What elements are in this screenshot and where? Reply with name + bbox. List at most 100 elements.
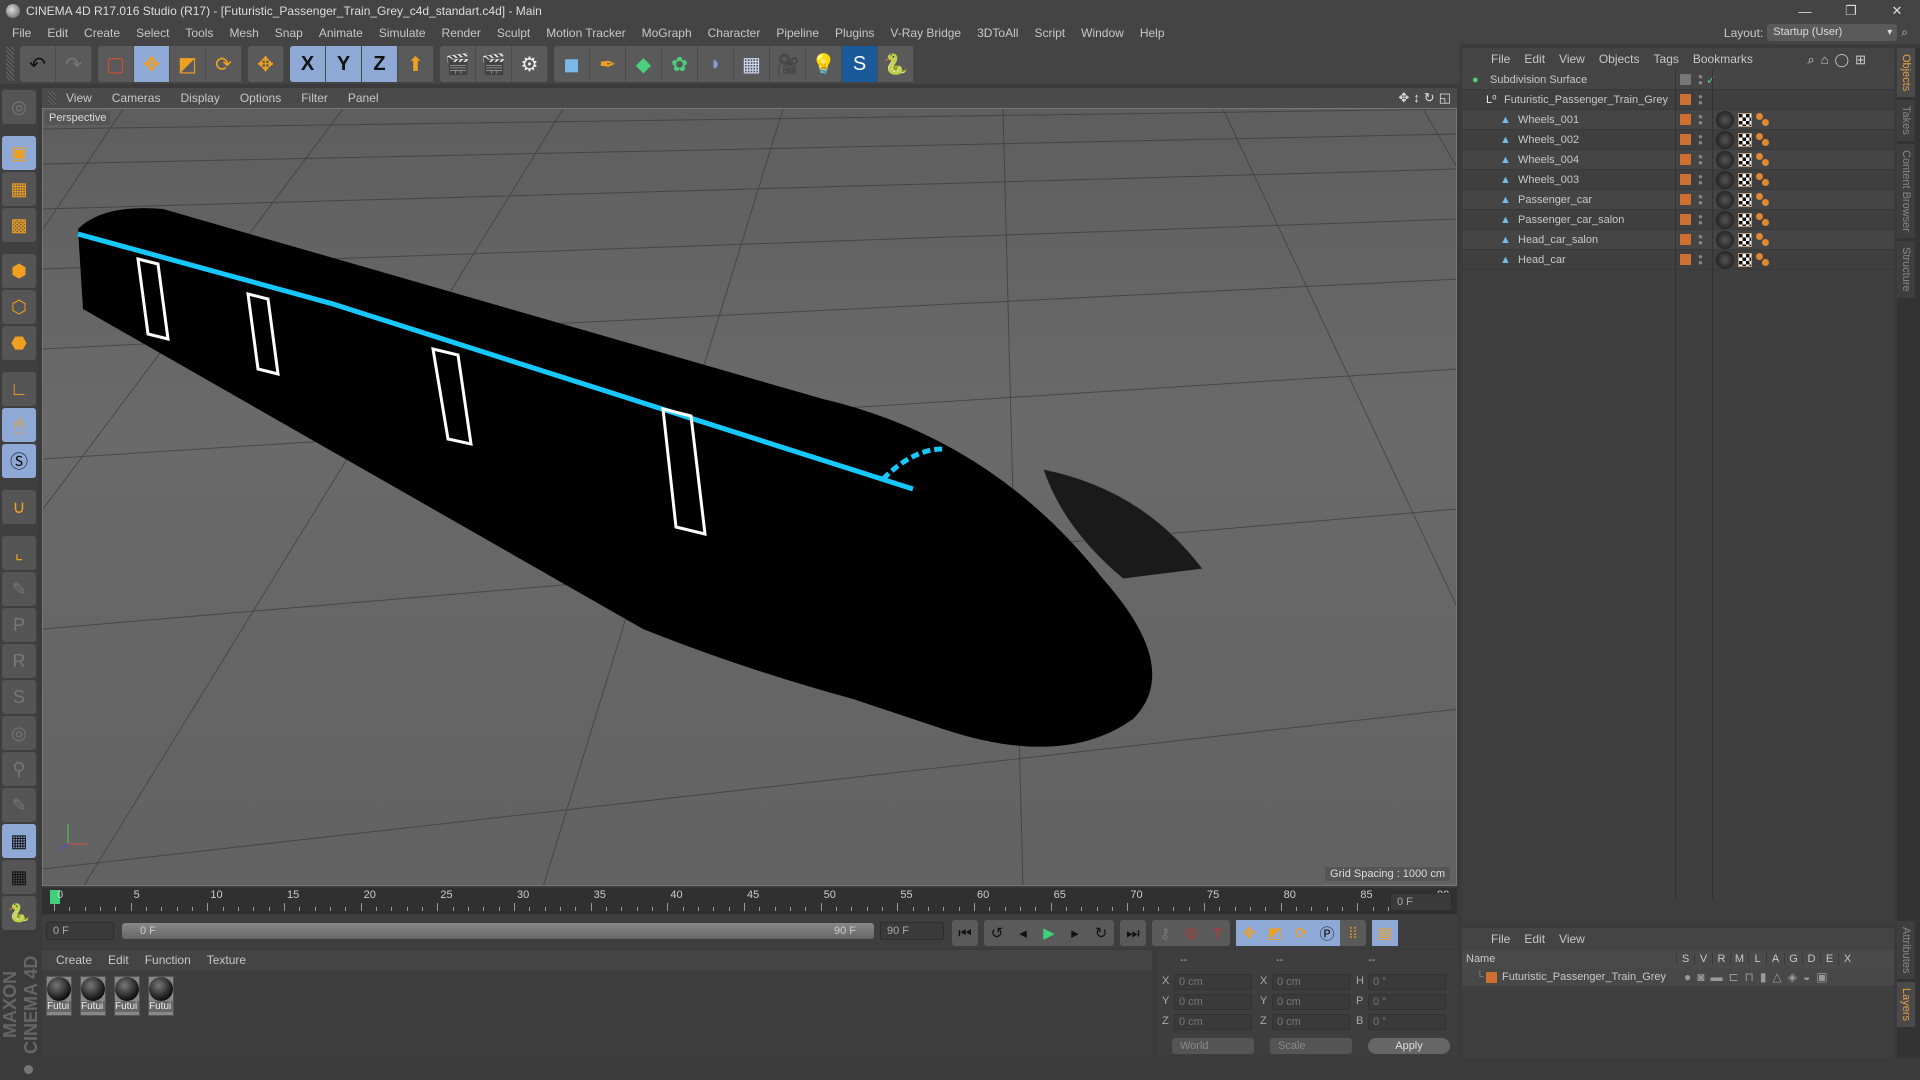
viewport-grip[interactable] xyxy=(48,91,56,105)
object-row[interactable]: ▲ Head_car_salon ● ● xyxy=(1462,230,1894,250)
menu-mesh[interactable]: Mesh xyxy=(221,26,266,40)
cube-icon[interactable]: ◼ xyxy=(554,46,590,82)
layer-column-d[interactable]: D xyxy=(1802,953,1820,965)
phong-tag-icon[interactable] xyxy=(1756,212,1770,227)
home-icon[interactable]: ⌂ xyxy=(1821,52,1829,68)
workplane-icon[interactable]: ⌞ xyxy=(2,536,36,570)
preview-range-slider[interactable]: 0 F 90 F xyxy=(122,923,874,939)
tab-structure[interactable]: Structure xyxy=(1897,240,1915,298)
close-button[interactable]: ✕ xyxy=(1874,0,1920,22)
phong-tag-icon[interactable] xyxy=(1756,152,1770,167)
phong-tag-icon[interactable] xyxy=(1756,192,1770,207)
end-frame-field[interactable]: 90 F xyxy=(880,922,944,940)
visibility-dots-icon[interactable]: ● ● xyxy=(1698,132,1703,146)
layer-column-r[interactable]: R xyxy=(1712,953,1730,965)
toggle-view-icon[interactable]: ◱ xyxy=(1439,90,1451,106)
go-to-end-icon[interactable]: ⏭ xyxy=(1120,920,1146,946)
rotate-icon[interactable]: ⟳ xyxy=(206,46,242,82)
object-row[interactable]: L⁰ Futuristic_Passenger_Train_Grey ● ● xyxy=(1462,90,1894,110)
new-view-icon[interactable]: ⊞ xyxy=(1855,52,1866,68)
texture-mode-icon[interactable]: ▦ xyxy=(2,172,36,206)
uvw-tag-icon[interactable] xyxy=(1738,192,1752,207)
scale-icon[interactable]: ◩ xyxy=(170,46,206,82)
coord-position-field[interactable]: 0 cm xyxy=(1174,994,1252,1010)
uvw-tag-icon[interactable] xyxy=(1738,212,1752,227)
menu-simulate[interactable]: Simulate xyxy=(371,26,434,40)
object-menu-bookmarks[interactable]: Bookmarks xyxy=(1686,52,1760,66)
material-tag-icon[interactable] xyxy=(1716,250,1734,269)
apply-button[interactable]: Apply xyxy=(1368,1038,1450,1054)
visibility-dots-icon[interactable]: ● ● xyxy=(1698,212,1703,226)
object-row[interactable]: ▲ Wheels_001 ● ● xyxy=(1462,110,1894,130)
layer-column-m[interactable]: M xyxy=(1730,953,1748,965)
menu-plugins[interactable]: Plugins xyxy=(827,26,882,40)
python-script-icon[interactable]: 🐍 xyxy=(2,896,36,930)
rotate-view-icon[interactable]: ↻ xyxy=(1424,90,1435,106)
coord-rotation-field[interactable]: 0 ° xyxy=(1368,994,1446,1010)
layer-menu-file[interactable]: File xyxy=(1484,932,1517,946)
viewport-menu-filter[interactable]: Filter xyxy=(291,91,338,105)
zoom-view-icon[interactable]: ↕ xyxy=(1413,90,1420,106)
object-row[interactable]: ▲ Wheels_004 ● ● xyxy=(1462,150,1894,170)
material-menu-texture[interactable]: Texture xyxy=(199,953,254,967)
layer-menu-view[interactable]: View xyxy=(1552,932,1592,946)
record-keys-icon[interactable]: ⚷ xyxy=(1152,920,1178,946)
menu-help[interactable]: Help xyxy=(1132,26,1173,40)
layer-column-name[interactable]: Name xyxy=(1466,953,1495,965)
layer-color-swatch[interactable] xyxy=(1680,114,1691,125)
model-mode-icon[interactable]: ▣ xyxy=(2,136,36,170)
menu-mograph[interactable]: MoGraph xyxy=(634,26,700,40)
object-row[interactable]: ▲ Passenger_car_salon ● ● xyxy=(1462,210,1894,230)
light-icon[interactable]: 💡 xyxy=(806,46,842,82)
editor-toggle-icon[interactable] xyxy=(1680,74,1691,85)
object-menu-objects[interactable]: Objects xyxy=(1592,52,1647,66)
object-menu-view[interactable]: View xyxy=(1552,52,1592,66)
uvw-tag-icon[interactable] xyxy=(1738,152,1752,167)
visibility-dots-icon[interactable]: ● ● xyxy=(1698,252,1703,266)
menu-script[interactable]: Script xyxy=(1026,26,1073,40)
autokey-icon[interactable]: ⊙ xyxy=(1178,920,1204,946)
bend-icon[interactable]: ◗ xyxy=(698,46,734,82)
coord-position-field[interactable]: 0 cm xyxy=(1174,1014,1252,1030)
timeline-window-icon[interactable]: ▤ xyxy=(1372,920,1398,946)
uvw-tag-icon[interactable] xyxy=(1738,232,1752,247)
toolbar-grip[interactable] xyxy=(6,47,14,81)
phong-tag-icon[interactable] xyxy=(1756,132,1770,147)
menu-tools[interactable]: Tools xyxy=(177,26,221,40)
viewport-menu-view[interactable]: View xyxy=(56,91,102,105)
frame-field-right[interactable]: 0 F xyxy=(1390,893,1452,911)
visibility-dots-icon[interactable]: ● ● xyxy=(1698,232,1703,246)
menu-animate[interactable]: Animate xyxy=(311,26,371,40)
pen-icon[interactable]: ✒ xyxy=(590,46,626,82)
viewport-menu-options[interactable]: Options xyxy=(230,91,291,105)
menu-window[interactable]: Window xyxy=(1073,26,1132,40)
camera-icon[interactable]: 🎥 xyxy=(770,46,806,82)
z-axis-lock-icon[interactable]: Z xyxy=(362,46,398,82)
object-row[interactable]: ▲ Wheels_002 ● ● xyxy=(1462,130,1894,150)
tab-content-browser[interactable]: Content Browser xyxy=(1897,144,1915,238)
object-row[interactable]: ▲ Passenger_car ● ● xyxy=(1462,190,1894,210)
recent-tool-icon[interactable]: ✥ xyxy=(248,46,284,82)
solo-mode-icon[interactable]: Ⓢ xyxy=(2,444,36,478)
phong-tag-icon[interactable] xyxy=(1756,232,1770,247)
visibility-dots-icon[interactable]: ● ● xyxy=(1698,92,1703,106)
pla-key-icon[interactable]: ✎ xyxy=(2,788,36,822)
uvw-tag-icon[interactable] xyxy=(1738,132,1752,147)
uvw-tag-icon[interactable] xyxy=(1738,172,1752,187)
layer-column-g[interactable]: G xyxy=(1784,953,1802,965)
layout-dropdown[interactable]: Startup (User) xyxy=(1767,24,1898,41)
menu-edit[interactable]: Edit xyxy=(39,26,76,40)
3d-viewport[interactable]: Perspective Grid Spacing : 1000 cm xyxy=(42,108,1457,886)
tab-layers[interactable]: Layers xyxy=(1897,982,1915,1028)
material-swatch[interactable]: Futui xyxy=(114,976,140,1016)
material-swatch[interactable]: Futui xyxy=(80,976,106,1016)
go-to-start-icon[interactable]: ⏮ xyxy=(952,920,978,946)
viewport-menu-cameras[interactable]: Cameras xyxy=(102,91,171,105)
tab-takes[interactable]: Takes xyxy=(1897,100,1915,142)
previous-frame-icon[interactable]: ◂ xyxy=(1010,920,1036,946)
menu-3dtoall[interactable]: 3DToAll xyxy=(969,26,1026,40)
material-swatch[interactable]: Futui xyxy=(148,976,174,1016)
move-icon[interactable]: ✥ xyxy=(134,46,170,82)
coordinate-space-dropdown[interactable]: World xyxy=(1172,1038,1254,1054)
viewport-menu-panel[interactable]: Panel xyxy=(338,91,389,105)
